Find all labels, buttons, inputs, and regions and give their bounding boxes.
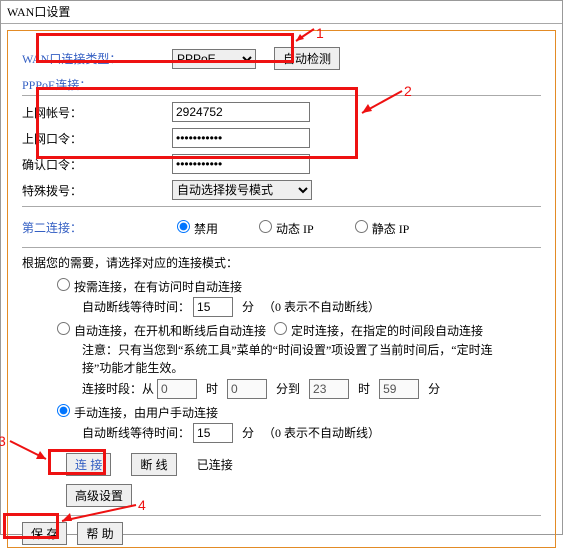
period-to-m: [379, 379, 419, 399]
advanced-button[interactable]: 高级设置: [66, 484, 132, 507]
second-conn-disable[interactable]: 禁用: [172, 217, 218, 237]
radio-manual[interactable]: [57, 404, 70, 417]
radio-stat[interactable]: [355, 220, 368, 233]
zero-note-2: （0 表示不自动断线）: [263, 426, 380, 440]
wait-label-2: 自动断线等待时间：: [82, 426, 190, 440]
radio-disable-label: 禁用: [194, 222, 218, 236]
second-conn-dyn[interactable]: 动态 IP: [254, 217, 314, 237]
annotation-arrow-1: [294, 27, 316, 43]
wait-label-1: 自动断线等待时间：: [82, 300, 190, 314]
annotation-arrow-3: [8, 439, 48, 463]
hour-2: 时: [358, 382, 370, 396]
period-to-h: [309, 379, 349, 399]
conn-status: 已连接: [197, 456, 233, 473]
mode-timed[interactable]: 定时连接，在指定的时间段自动连接: [269, 324, 483, 338]
timed-note: 注意：只有当您到“系统工具”菜单的“时间设置”项设置了当前时间后，“定时连接”功…: [82, 341, 512, 377]
mode-ondemand[interactable]: 按需连接，在有访问时自动连接: [52, 280, 242, 294]
radio-dyn[interactable]: [259, 220, 272, 233]
minutes-1: 分: [242, 300, 254, 314]
confirm-input[interactable]: [172, 154, 310, 174]
pppoe-header: PPPoE连接：: [22, 76, 541, 96]
account-input[interactable]: [172, 102, 310, 122]
to-label: 分到: [276, 382, 300, 396]
annotation-box-2: [36, 87, 358, 159]
mode-manual[interactable]: 手动连接，由用户手动连接: [52, 406, 218, 420]
radio-auto-label: 自动连接，在开机和断线后自动连接: [74, 324, 266, 338]
zero-note-1: （0 表示不自动断线）: [263, 300, 380, 314]
wait-input-2[interactable]: [193, 423, 233, 443]
second-conn-label: 第二连接：: [22, 219, 172, 236]
mode-intro: 根据您的需要，请选择对应的连接模式：: [22, 254, 541, 271]
radio-dyn-label: 动态 IP: [276, 222, 314, 236]
period-from-h: [157, 379, 197, 399]
radio-ondemand-label: 按需连接，在有访问时自动连接: [74, 280, 242, 294]
radio-stat-label: 静态 IP: [372, 222, 410, 236]
radio-manual-label: 手动连接，由用户手动连接: [74, 406, 218, 420]
period-from-m: [227, 379, 267, 399]
save-button[interactable]: 保 存: [22, 522, 67, 545]
special-dial-select[interactable]: 自动选择拨号模式: [172, 180, 312, 200]
special-dial-label: 特殊拨号：: [22, 182, 172, 199]
annotation-3: 3: [0, 433, 6, 449]
minutes-2: 分: [242, 426, 254, 440]
radio-timed[interactable]: [274, 322, 287, 335]
wan-type-label: WAN口连接类型：: [22, 50, 172, 67]
annotation-1: 1: [316, 25, 324, 41]
autodetect-button[interactable]: 自动检测: [274, 47, 340, 70]
hour-1: 时: [206, 382, 218, 396]
connect-button[interactable]: 连 接: [66, 453, 111, 476]
radio-disable[interactable]: [177, 220, 190, 233]
wait-input-1[interactable]: [193, 297, 233, 317]
radio-ondemand[interactable]: [57, 278, 70, 291]
period-label: 连接时段：从: [82, 382, 154, 396]
mode-auto[interactable]: 自动连接，在开机和断线后自动连接: [52, 324, 269, 338]
account-label: 上网帐号：: [22, 104, 172, 121]
password-input[interactable]: [172, 128, 310, 148]
disconnect-button[interactable]: 断 线: [131, 453, 176, 476]
second-conn-stat[interactable]: 静态 IP: [350, 217, 410, 237]
pwd-label: 上网口令：: [22, 130, 172, 147]
confirm-label: 确认口令：: [22, 156, 172, 173]
radio-timed-label: 定时连接，在指定的时间段自动连接: [291, 324, 483, 338]
minutes-p: 分: [428, 382, 440, 396]
window-title: WAN口设置: [1, 1, 562, 24]
radio-auto[interactable]: [57, 322, 70, 335]
help-button[interactable]: 帮 助: [77, 522, 122, 545]
wan-type-select[interactable]: PPPoE: [172, 49, 256, 69]
